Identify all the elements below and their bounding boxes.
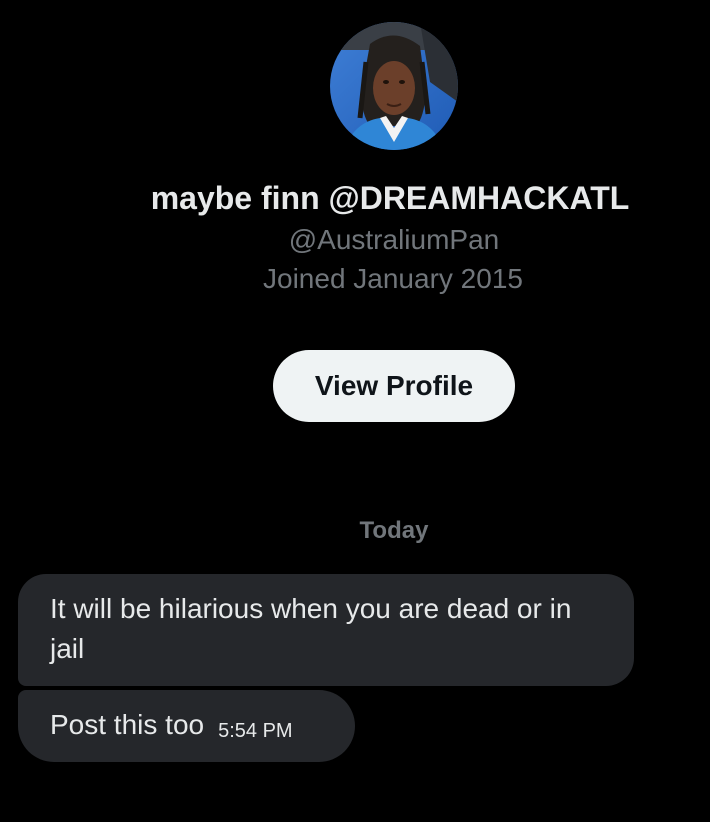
message-bubble[interactable]: It will be hilarious when you are dead o…: [18, 574, 634, 686]
message-bubble[interactable]: Post this too 5:54 PM: [18, 690, 355, 762]
user-handle: @AustraliumPan: [288, 224, 500, 255]
view-profile-button[interactable]: View Profile: [273, 350, 515, 422]
message-text: Post this too: [50, 709, 205, 740]
date-divider: Today: [359, 517, 429, 544]
message-text: It will be hilarious when you are dead o…: [50, 593, 572, 664]
profile-card: maybe finn @DREAMHACKATL @AustraliumPan …: [0, 0, 710, 440]
joined-date: Joined January 2015: [263, 263, 523, 294]
user-avatar-photo-icon: [330, 22, 458, 150]
avatar[interactable]: [330, 22, 458, 150]
display-name: maybe finn @DREAMHACKATL: [150, 180, 630, 216]
message-timestamp: 5:54 PM: [218, 720, 293, 742]
